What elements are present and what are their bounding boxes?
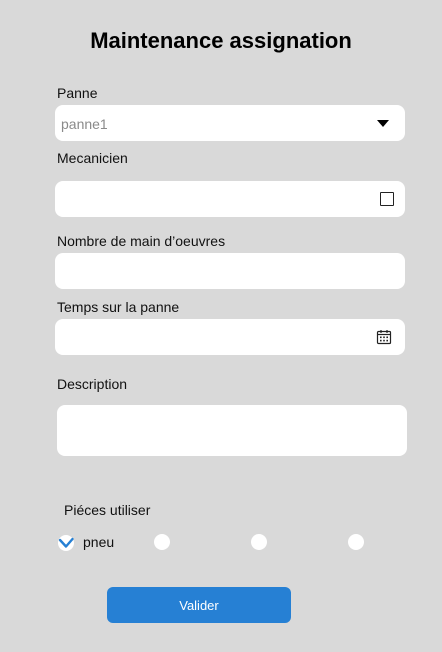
submit-button[interactable]: Valider xyxy=(107,587,291,623)
pieces-option-4-radio[interactable] xyxy=(348,534,364,550)
calendar-icon[interactable] xyxy=(376,329,392,345)
square-icon[interactable] xyxy=(380,192,394,206)
pieces-option-pneu-checkbox[interactable] xyxy=(57,534,77,552)
description-textarea[interactable] xyxy=(57,405,407,456)
mecanicien-field[interactable] xyxy=(55,181,405,217)
pieces-label: Piéces utiliser xyxy=(64,502,151,518)
mecanicien-label: Mecanicien xyxy=(57,150,128,166)
temps-date-input[interactable] xyxy=(55,319,405,355)
chevron-down-icon xyxy=(377,120,389,127)
panne-select-value: panne1 xyxy=(61,116,108,132)
main-oeuvres-label: Nombre de main d’oeuvres xyxy=(57,233,226,249)
check-icon xyxy=(58,535,74,551)
panne-label: Panne xyxy=(57,85,98,101)
pieces-option-2-radio[interactable] xyxy=(154,534,170,550)
pieces-option-pneu-label: pneu xyxy=(83,534,115,550)
page-title: Maintenance assignation xyxy=(90,28,352,53)
temps-label: Temps sur la panne xyxy=(57,299,180,315)
panne-select[interactable]: panne1 xyxy=(55,105,405,141)
pieces-option-3-radio[interactable] xyxy=(251,534,267,550)
main-oeuvres-input[interactable] xyxy=(55,253,405,289)
description-label: Description xyxy=(57,376,128,392)
